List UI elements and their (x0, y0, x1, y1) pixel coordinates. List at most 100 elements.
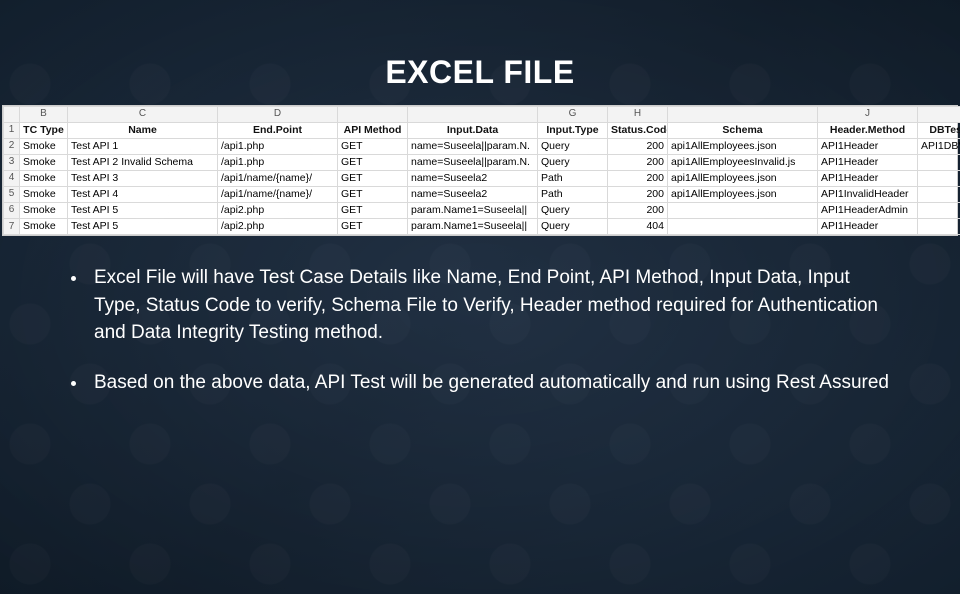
cell (668, 203, 818, 219)
cell: Smoke (20, 187, 68, 203)
cell (918, 187, 960, 203)
cell: 200 (608, 170, 668, 186)
cell: GET (338, 138, 408, 154)
row-number: 6 (4, 203, 20, 219)
column-letter: B (20, 107, 68, 123)
cell (918, 154, 960, 170)
excel-screenshot: BCDGHJK1TC TypeNameEnd.PointAPI MethodIn… (2, 105, 958, 236)
cell: API1Header (818, 219, 918, 235)
cell: Test API 1 (68, 138, 218, 154)
cell: api1AllEmployees.json (668, 138, 818, 154)
cell: /api2.php (218, 203, 338, 219)
cell: 200 (608, 187, 668, 203)
table-row: 4SmokeTest API 3/api1/name/{name}/GETnam… (4, 170, 960, 186)
row-number: 1 (4, 122, 20, 138)
cell: Smoke (20, 219, 68, 235)
bullet-list: Excel File will have Test Case Details l… (60, 264, 900, 396)
cell (668, 219, 818, 235)
cell (918, 203, 960, 219)
cell: name=Suseela2 (408, 170, 538, 186)
row-number: 7 (4, 219, 20, 235)
cell: api1AllEmployeesInvalid.js (668, 154, 818, 170)
cell: Smoke (20, 138, 68, 154)
row-number: 5 (4, 187, 20, 203)
column-header: Schema (668, 122, 818, 138)
column-header: Name (68, 122, 218, 138)
excel-table: BCDGHJK1TC TypeNameEnd.PointAPI MethodIn… (3, 106, 960, 235)
cell: Test API 5 (68, 219, 218, 235)
column-letter: G (538, 107, 608, 123)
column-letter: C (68, 107, 218, 123)
table-row: 3SmokeTest API 2 Invalid Schema/api1.php… (4, 154, 960, 170)
table-row: 7SmokeTest API 5/api2.phpGETparam.Name1=… (4, 219, 960, 235)
column-letter: K (918, 107, 960, 123)
column-header: TC Type (20, 122, 68, 138)
row-number: 2 (4, 138, 20, 154)
cell: 404 (608, 219, 668, 235)
cell (918, 170, 960, 186)
cell: /api1/name/{name}/ (218, 170, 338, 186)
cell: Test API 5 (68, 203, 218, 219)
cell: Test API 2 Invalid Schema (68, 154, 218, 170)
table-row: 5SmokeTest API 4/api1/name/{name}/GETnam… (4, 187, 960, 203)
column-header: DBTest.Method (918, 122, 960, 138)
table-row: 2SmokeTest API 1/api1.phpGETname=Suseela… (4, 138, 960, 154)
cell: GET (338, 219, 408, 235)
cell: API1Header (818, 170, 918, 186)
cell: API1Header (818, 154, 918, 170)
cell: GET (338, 203, 408, 219)
cell: api1AllEmployees.json (668, 170, 818, 186)
cell: 200 (608, 203, 668, 219)
column-header: End.Point (218, 122, 338, 138)
cell: name=Suseela||param.N. (408, 154, 538, 170)
cell: name=Suseela2 (408, 187, 538, 203)
page-title: EXCEL FILE (0, 54, 960, 91)
column-letter (668, 107, 818, 123)
cell: API1DBValidate (918, 138, 960, 154)
cell: 200 (608, 154, 668, 170)
cell: Query (538, 138, 608, 154)
column-letter: H (608, 107, 668, 123)
column-header: Status.Code (608, 122, 668, 138)
cell: Query (538, 154, 608, 170)
cell: /api1.php (218, 138, 338, 154)
cell: name=Suseela||param.N. (408, 138, 538, 154)
column-header: Header.Method (818, 122, 918, 138)
cell: GET (338, 170, 408, 186)
cell: API1Header (818, 138, 918, 154)
cell: param.Name1=Suseela|| (408, 219, 538, 235)
cell: api1AllEmployees.json (668, 187, 818, 203)
column-header: Input.Type (538, 122, 608, 138)
row-number: 3 (4, 154, 20, 170)
cell: Path (538, 170, 608, 186)
column-letter (408, 107, 538, 123)
cell: /api1.php (218, 154, 338, 170)
cell: /api1/name/{name}/ (218, 187, 338, 203)
cell: param.Name1=Suseela|| (408, 203, 538, 219)
cell: Path (538, 187, 608, 203)
column-header: Input.Data (408, 122, 538, 138)
cell: Smoke (20, 170, 68, 186)
bullet-item: Excel File will have Test Case Details l… (88, 264, 900, 347)
table-row: 6SmokeTest API 5/api2.phpGETparam.Name1=… (4, 203, 960, 219)
column-letter: D (218, 107, 338, 123)
cell: 200 (608, 138, 668, 154)
cell: Test API 3 (68, 170, 218, 186)
column-letter (338, 107, 408, 123)
cell: API1InvalidHeader (818, 187, 918, 203)
cell: API1HeaderAdmin (818, 203, 918, 219)
column-letter: J (818, 107, 918, 123)
cell: Query (538, 219, 608, 235)
row-number: 4 (4, 170, 20, 186)
cell: /api2.php (218, 219, 338, 235)
cell: Smoke (20, 203, 68, 219)
column-header: API Method (338, 122, 408, 138)
cell: Smoke (20, 154, 68, 170)
cell (918, 219, 960, 235)
cell: Test API 4 (68, 187, 218, 203)
cell: GET (338, 187, 408, 203)
sheet-corner (4, 107, 20, 123)
cell: GET (338, 154, 408, 170)
bullet-item: Based on the above data, API Test will b… (88, 369, 900, 397)
cell: Query (538, 203, 608, 219)
